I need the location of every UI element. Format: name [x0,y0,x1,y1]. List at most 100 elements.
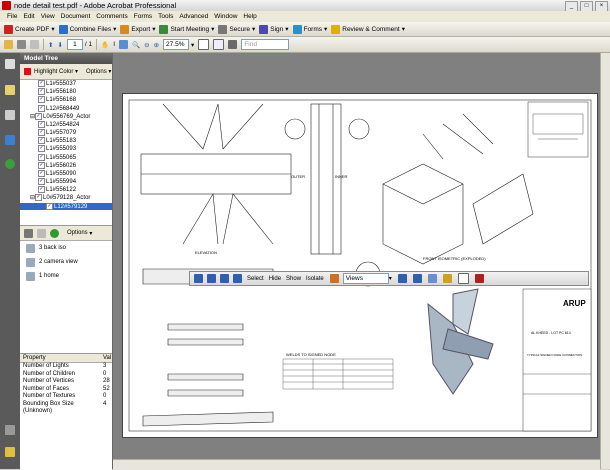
snapshot-button[interactable] [119,40,129,49]
tree-item[interactable]: ✓ L1#556026 [20,161,112,170]
pages-icon[interactable] [5,59,15,69]
forms-button[interactable]: Forms ▾ [292,24,327,34]
tree-item[interactable]: ✓ L1#555065 [20,153,112,162]
menu-comments[interactable]: Comments [93,11,130,22]
select-button[interactable]: Select [247,276,264,282]
visibility-checkbox[interactable]: ✓ [38,96,45,104]
visibility-checkbox[interactable]: ✓ [38,161,45,169]
menu-view[interactable]: View [38,11,58,22]
tree-item[interactable]: ✓ L1#556180 [20,88,112,96]
isolate-button[interactable]: Isolate [306,276,324,282]
zoom-tool-button[interactable]: 🔍 [132,41,140,49]
tree-item[interactable]: ⊟✓ L0#556769_Actor [20,112,112,121]
view-item[interactable]: 1 home [20,269,112,283]
menu-document[interactable]: Document [58,11,94,22]
visibility-checkbox[interactable]: ✓ [38,80,45,87]
start-meeting-button[interactable]: Start Meeting ▾ [159,24,214,34]
tree-item[interactable]: ✓ L1#557079 [20,129,112,137]
render-mode-icon[interactable] [427,274,437,283]
menu-help[interactable]: Help [240,11,259,22]
view-item[interactable]: 3 back iso [20,241,112,255]
visibility-checkbox[interactable]: ✓ [38,186,45,194]
tree-item[interactable]: ✓ L1#555090 [20,169,112,178]
highlight-color-label[interactable]: Highlight Color [34,69,73,75]
email-button[interactable] [30,40,39,49]
tree-item[interactable]: ✓ L1#555994 [20,178,112,186]
visibility-checkbox[interactable]: ✓ [38,169,45,177]
sign-button[interactable]: Sign ▾ [259,24,289,34]
hand-tool-button[interactable]: ✋ [101,41,109,49]
view-add-icon[interactable] [50,228,59,238]
zoom-3d-icon[interactable] [233,274,242,283]
menu-window[interactable]: Window [211,11,240,22]
vertical-scrollbar[interactable] [600,53,610,469]
tree-item[interactable]: ✓ L1#555037 [20,80,112,88]
spin-icon[interactable] [207,274,216,283]
menu-advanced[interactable]: Advanced [176,11,211,22]
export-button[interactable]: Export ▾ [120,24,155,34]
visibility-checkbox[interactable]: ✓ [38,88,45,96]
visibility-checkbox[interactable]: ✓ [35,112,43,120]
attachments-icon[interactable] [5,85,15,95]
model-tree-toggle-icon[interactable] [397,274,407,283]
model-tree-icon[interactable] [5,135,15,145]
print-button[interactable] [17,40,26,49]
lighting-icon[interactable] [442,274,452,283]
zoom-in-button[interactable]: ⊕ [154,41,159,49]
view-camera-icon[interactable] [24,228,33,238]
open-button[interactable] [4,40,13,49]
combine-files-button[interactable]: Combine Files ▾ [58,24,116,34]
help-icon[interactable] [5,159,15,169]
tree-item[interactable]: ✓ L1#555093 [20,145,112,153]
views-options-button[interactable]: Options [67,230,88,236]
3d-node-model[interactable] [427,288,494,395]
review-comment-button[interactable]: Review & Comment ▾ [331,24,405,34]
visibility-checkbox[interactable]: ✓ [38,104,45,112]
menu-forms[interactable]: Forms [131,11,155,22]
menu-edit[interactable]: Edit [20,11,37,22]
tree-item[interactable]: ✓ L12#554824 [20,120,112,129]
visibility-checkbox[interactable]: ✓ [38,153,45,161]
visibility-checkbox[interactable]: ✓ [38,178,45,186]
secure-button[interactable]: Secure ▾ [218,24,255,34]
create-pdf-button[interactable]: Create PDF ▾ [4,24,55,34]
zoom-input[interactable]: 27.5% [163,39,190,50]
view-item[interactable]: 2 camera view [20,255,112,269]
tree-item[interactable]: ✓ L1#556122 [20,186,112,194]
page-number-input[interactable]: 1 [66,39,83,50]
menu-file[interactable]: File [4,11,20,22]
view-delete-icon[interactable] [37,228,46,238]
visibility-checkbox[interactable]: ✓ [38,145,45,153]
hide-button[interactable]: Hide [269,276,281,282]
fit-width-button[interactable] [213,39,225,50]
show-button[interactable]: Show [286,276,301,282]
visibility-checkbox[interactable]: ✓ [35,194,43,202]
visibility-checkbox[interactable]: ✓ [38,137,45,145]
paperclip-icon[interactable] [5,425,15,435]
signatures-icon[interactable] [5,110,15,120]
projection-icon[interactable] [412,274,422,283]
tree-item[interactable]: ✓ L12#568449 [20,104,112,113]
next-page-button[interactable]: ⬇ [57,41,62,49]
background-color-icon[interactable] [457,273,469,284]
views-dropdown[interactable]: Views [342,273,389,284]
visibility-checkbox[interactable]: ✓ [46,202,53,210]
menu-tools[interactable]: Tools [155,11,176,22]
comments-icon[interactable] [5,447,15,457]
fit-page-button[interactable] [198,39,210,50]
horizontal-scrollbar[interactable] [113,459,600,470]
select-tool-button[interactable]: I [113,41,115,48]
rotate-icon[interactable] [194,274,203,283]
find-input[interactable]: Find [241,39,290,50]
visibility-checkbox[interactable]: ✓ [38,129,45,137]
pdf-page[interactable]: ELEVATION OUTER INNER FRONT ISOMETRIC (E… [122,93,598,438]
visibility-checkbox[interactable]: ✓ [38,120,45,128]
read-mode-button[interactable] [228,40,238,49]
tree-item[interactable]: ⊟✓ L0#579128_Actor [20,194,112,202]
pan-icon[interactable] [220,274,229,283]
highlight-color-swatch[interactable] [24,68,31,75]
home-view-icon[interactable] [329,274,339,283]
tree-item[interactable]: ✓ L1#556168 [20,96,112,104]
cross-section-icon[interactable] [474,274,484,283]
tree-item[interactable]: ✓ L1#555183 [20,137,112,145]
